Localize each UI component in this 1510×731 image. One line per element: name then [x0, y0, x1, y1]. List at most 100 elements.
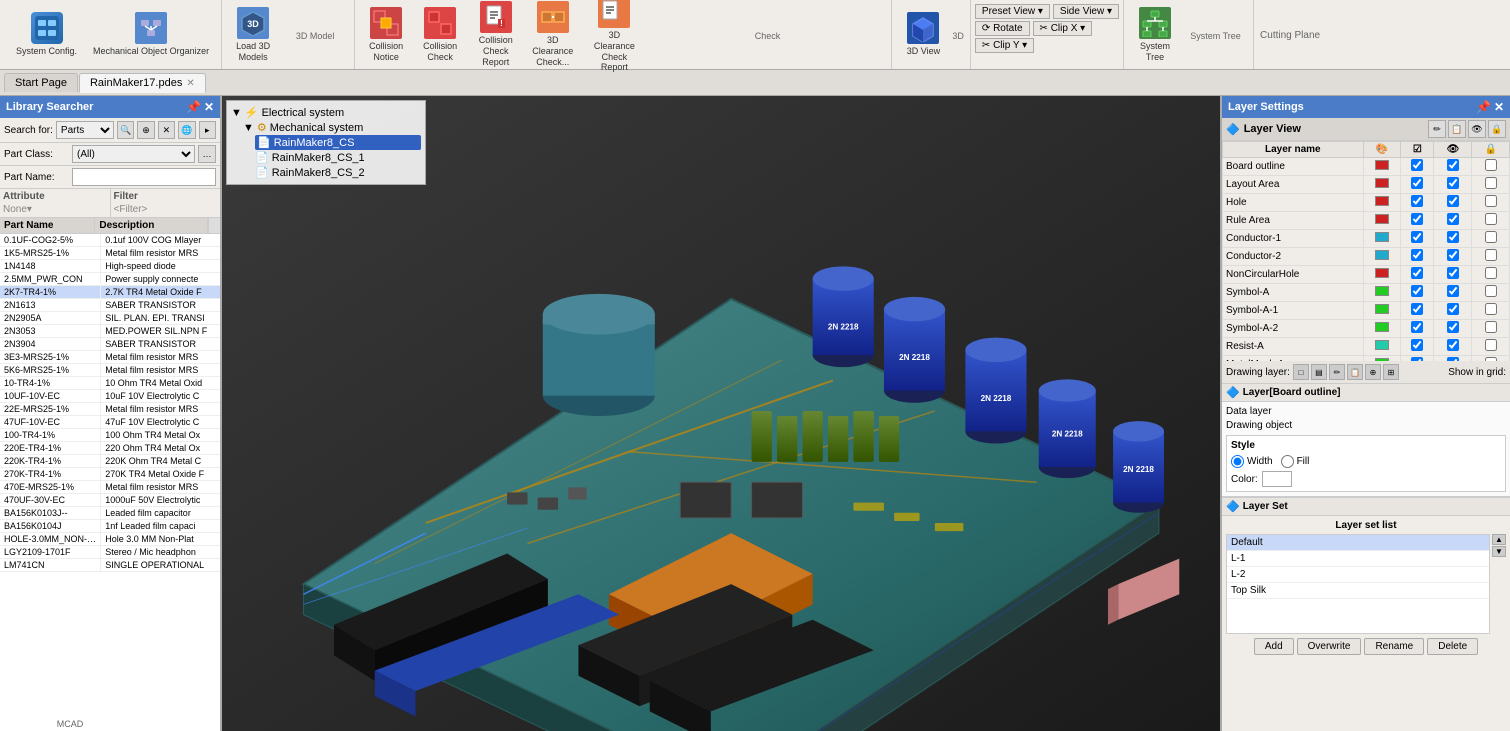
fill-radio[interactable]	[1281, 455, 1294, 468]
layer-check1[interactable]	[1411, 267, 1423, 279]
part-row[interactable]: 2.5MM_PWR_CONPower supply connecte	[0, 273, 220, 286]
layer-check1-cell[interactable]	[1401, 284, 1434, 302]
layer-check3[interactable]	[1485, 321, 1497, 333]
part-row[interactable]: 47UF-10V-EC47uF 10V Electrolytic C	[0, 416, 220, 429]
part-row[interactable]: LM741CNSINGLE OPERATIONAL	[0, 559, 220, 572]
layer-check3[interactable]	[1485, 213, 1497, 225]
layer-check2-cell[interactable]	[1434, 194, 1472, 212]
layer-check2[interactable]	[1447, 195, 1459, 207]
layer-check2-cell[interactable]	[1434, 266, 1472, 284]
layer-check2[interactable]	[1447, 249, 1459, 261]
layer-check1-cell[interactable]	[1401, 320, 1434, 338]
panel-close-button[interactable]: ✕	[204, 100, 214, 114]
part-row[interactable]: 2K7-TR4-1%2.7K TR4 Metal Oxide F	[0, 286, 220, 299]
layer-check3-cell[interactable]	[1472, 266, 1510, 284]
layer-check3[interactable]	[1485, 159, 1497, 171]
layer-check1[interactable]	[1411, 321, 1423, 333]
tree-item-rainmaker-cs2[interactable]: 📄 RainMaker8_CS_2	[255, 165, 421, 180]
layer-table-row[interactable]: Board outline	[1223, 158, 1510, 176]
layer-table-row[interactable]: Conductor-1	[1223, 230, 1510, 248]
layer-check3-cell[interactable]	[1472, 158, 1510, 176]
layer-check3-cell[interactable]	[1472, 230, 1510, 248]
layer-set-item[interactable]: Default	[1227, 535, 1489, 551]
dl-icon-5[interactable]: ⊕	[1365, 364, 1381, 380]
clip-y-button[interactable]: ✂ Clip Y ▾	[975, 38, 1034, 53]
load-3d-button[interactable]: 3D Load 3D Models	[228, 3, 278, 67]
part-row[interactable]: 220K-TR4-1%220K Ohm TR4 Metal C	[0, 455, 220, 468]
collision-check-button[interactable]: Collision Check	[415, 3, 465, 67]
3d-clearance-check-button[interactable]: 3D Clearance Check...	[526, 0, 579, 72]
preset-view-button[interactable]: Preset View ▾	[975, 4, 1050, 19]
dl-icon-2[interactable]: ▤	[1311, 364, 1327, 380]
layer-check3[interactable]	[1485, 231, 1497, 243]
layer-check3-cell[interactable]	[1472, 320, 1510, 338]
3d-clearance-report-button[interactable]: 3D Clearance Check Report	[583, 0, 646, 77]
part-class-browse[interactable]: …	[198, 145, 216, 163]
width-radio-label[interactable]: Width	[1231, 455, 1273, 468]
part-class-select[interactable]: (All)	[72, 145, 195, 163]
clip-x-button[interactable]: ✂ Clip X ▾	[1033, 21, 1093, 36]
layer-check3-cell[interactable]	[1472, 248, 1510, 266]
layer-table-row[interactable]: Symbol-A-2	[1223, 320, 1510, 338]
layer-check1-cell[interactable]	[1401, 212, 1434, 230]
mechanical-org-button[interactable]: Mechanical Object Organizer	[87, 8, 215, 61]
attr-value[interactable]: None▾	[3, 203, 107, 216]
layer-check3[interactable]	[1485, 339, 1497, 351]
layer-check1-cell[interactable]	[1401, 194, 1434, 212]
layer-check1-cell[interactable]	[1401, 266, 1434, 284]
layer-check3-cell[interactable]	[1472, 338, 1510, 356]
layer-check1[interactable]	[1411, 177, 1423, 189]
fill-radio-label[interactable]: Fill	[1281, 455, 1310, 468]
search-button-1[interactable]: 🔍	[117, 121, 134, 139]
layer-check2[interactable]	[1447, 339, 1459, 351]
layer-check2[interactable]	[1447, 267, 1459, 279]
collision-report-button[interactable]: ! Collision Check Report	[469, 0, 522, 72]
layer-table-row[interactable]: NonCircularHole	[1223, 266, 1510, 284]
layer-check2[interactable]	[1447, 213, 1459, 225]
layer-check2[interactable]	[1447, 303, 1459, 315]
rp-close-button[interactable]: ✕	[1494, 100, 1504, 114]
layer-check3[interactable]	[1485, 195, 1497, 207]
layer-set-item[interactable]: L-1	[1227, 551, 1489, 567]
layer-set-item[interactable]: Top Silk	[1227, 583, 1489, 599]
layer-table-row[interactable]: Hole	[1223, 194, 1510, 212]
part-row[interactable]: 3E3-MRS25-1%Metal film resistor MRS	[0, 351, 220, 364]
tab-rainmaker-close[interactable]: ✕	[186, 78, 194, 89]
part-row[interactable]: 1K5-MRS25-1%Metal film resistor MRS	[0, 247, 220, 260]
layer-table-row[interactable]: Layout Area	[1223, 176, 1510, 194]
part-list[interactable]: 0.1UF-COG2-5%0.1uf 100V COG Mlayer1K5-MR…	[0, 234, 220, 731]
part-row[interactable]: 100-TR4-1%100 Ohm TR4 Metal Ox	[0, 429, 220, 442]
layer-check2[interactable]	[1447, 159, 1459, 171]
part-row[interactable]: 2N3904SABER TRANSISTOR	[0, 338, 220, 351]
layer-check1[interactable]	[1411, 231, 1423, 243]
layer-check1-cell[interactable]	[1401, 230, 1434, 248]
layer-set-rename-button[interactable]: Rename	[1364, 638, 1424, 655]
part-row[interactable]: 220E-TR4-1%220 Ohm TR4 Metal Ox	[0, 442, 220, 455]
part-row[interactable]: 10-TR4-1%10 Ohm TR4 Metal Oxid	[0, 377, 220, 390]
layer-check2-cell[interactable]	[1434, 212, 1472, 230]
layer-check2-cell[interactable]	[1434, 176, 1472, 194]
system-config-button[interactable]: System Config.	[10, 8, 83, 61]
part-row[interactable]: 2N1613SABER TRANSISTOR	[0, 299, 220, 312]
panel-pin-button[interactable]: 📌	[186, 100, 201, 114]
layer-check2[interactable]	[1447, 285, 1459, 297]
tab-rainmaker[interactable]: RainMaker17.pdes ✕	[79, 73, 206, 93]
width-radio[interactable]	[1231, 455, 1244, 468]
tab-start-page[interactable]: Start Page	[4, 73, 78, 92]
tree-item-mechanical[interactable]: ▼ ⚙ Mechanical system	[243, 120, 421, 135]
layer-check3-cell[interactable]	[1472, 284, 1510, 302]
part-row[interactable]: 10UF-10V-EC10uF 10V Electrolytic C	[0, 390, 220, 403]
part-row[interactable]: 0.1UF-COG2-5%0.1uf 100V COG Mlayer	[0, 234, 220, 247]
part-row[interactable]: 2N2905ASIL. PLAN. EPI. TRANSI	[0, 312, 220, 325]
layer-set-item[interactable]: L-2	[1227, 567, 1489, 583]
layer-table-row[interactable]: Symbol-A	[1223, 284, 1510, 302]
collision-notice-button[interactable]: Collision Notice	[361, 3, 411, 67]
part-row[interactable]: BA156K0104J1nf Leaded film capaci	[0, 520, 220, 533]
layer-check3[interactable]	[1485, 285, 1497, 297]
search-for-select[interactable]: Parts Nets	[56, 121, 114, 139]
part-row[interactable]: LGY2109-1701FStereo / Mic headphon	[0, 546, 220, 559]
layer-view-btn1[interactable]: ✏	[1428, 120, 1446, 138]
layer-check1[interactable]	[1411, 159, 1423, 171]
part-row[interactable]: HOLE-3.0MM_NON-PLHole 3.0 MM Non-Plat	[0, 533, 220, 546]
layer-table-row[interactable]: Resist-A	[1223, 338, 1510, 356]
